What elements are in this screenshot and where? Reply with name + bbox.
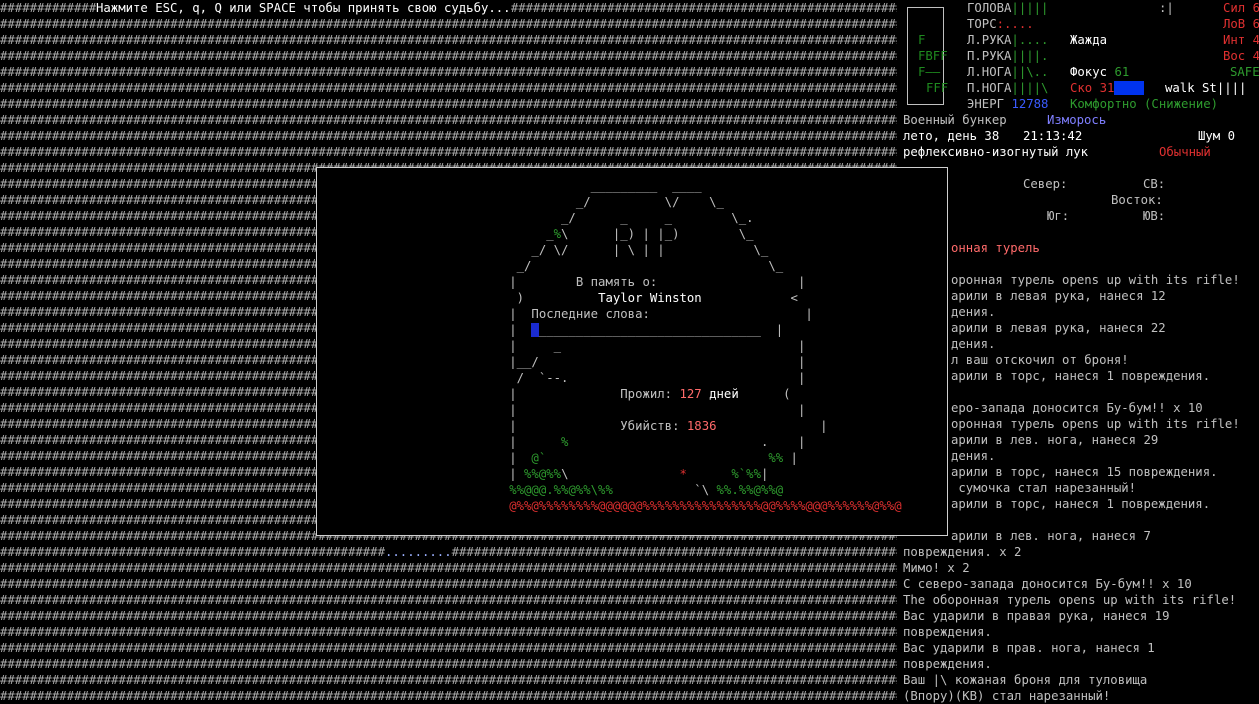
map-row: ########################################… — [0, 545, 897, 559]
focus-status: Фокус 61 — [1070, 65, 1130, 79]
map-row: ########################################… — [0, 689, 897, 703]
map-row: ########################################… — [0, 49, 897, 63]
log-line: дения. — [951, 449, 996, 463]
energy-row: ЭНЕРГ 12788 — [967, 97, 1049, 111]
log-line: арили в лев. нога, нанеся 7 — [951, 529, 1151, 543]
stat-dex: ЛоВ 6 — [1223, 17, 1259, 31]
weather: Изморось — [1047, 113, 1107, 127]
map-row: ########################################… — [0, 609, 897, 623]
map-row: ########################################… — [0, 113, 897, 127]
minimap-row-2: FBFF — [918, 49, 948, 63]
death-prompt: Нажмите ESC, q, Q или SPACE чтобы принят… — [96, 0, 511, 16]
mood-indicator: :| — [1159, 1, 1174, 15]
map-row: ########################################… — [0, 641, 897, 655]
minimap-row-4: FFF — [926, 81, 949, 95]
log-line: оронная турель opens up with its rifle! — [951, 273, 1240, 287]
log-line: арили в торс, нанеся 15 повреждения. — [951, 465, 1218, 479]
map-row: ########################################… — [0, 673, 897, 687]
safe-mode: SAFE — [1230, 65, 1259, 79]
map-row: ########################################… — [0, 625, 897, 639]
log-line: арили в левая рука, нанеся 22 — [951, 321, 1166, 335]
log-line: еро-запада доносится Бу-бум!! x 10 — [951, 401, 1203, 415]
speed-status: Ско 31 — [1070, 80, 1145, 96]
map-row: ########################################… — [0, 129, 897, 143]
map-floor-dots: ......... — [384, 545, 452, 559]
log-line: дения. — [951, 305, 996, 319]
log-line: арили в левая рука, нанеся 12 — [951, 289, 1166, 303]
log-line: The оборонная турель opens up with its r… — [903, 593, 1237, 607]
rip-dialog[interactable]: _________ ____ _/ \/ \_ _/ _ _ \_. _%\ |… — [316, 167, 948, 536]
map-row: ########################################… — [0, 97, 897, 111]
body-part-0: ГОЛОВА||||| — [967, 1, 1049, 15]
map-row: ########################################… — [0, 593, 897, 607]
rip-name: Taylor Winston — [598, 291, 702, 305]
log-line: л ваш отскочил от броня! — [951, 353, 1129, 367]
log-line: повреждения. — [903, 657, 992, 671]
location-name: Военный бункер — [903, 113, 1007, 127]
thirst-status: Жажда — [1070, 33, 1108, 47]
log-line: повреждения. x 2 — [903, 545, 1022, 559]
minimap-row-1: F — [918, 33, 926, 47]
map-row: ########################################… — [0, 17, 897, 31]
log-line: Мимо! x 2 — [903, 561, 970, 575]
compass-se: ЮВ: — [1143, 209, 1166, 223]
map-row: ########################################… — [0, 657, 897, 671]
log-line: Ваш |\ кожаная броня для туловища — [903, 673, 1148, 687]
map-row: ########################################… — [0, 145, 897, 159]
body-part-5: П.НОГА||||\ — [967, 81, 1049, 95]
stat-str: Сил 6 — [1223, 1, 1259, 15]
map-row: ########################################… — [0, 33, 897, 47]
log-line: оронная турель opens up with its rifle! — [951, 417, 1240, 431]
clock: 21:13:42 — [1023, 129, 1083, 143]
move-mode: walk St|||| — [1165, 81, 1247, 95]
noise: Шум 0 — [1198, 129, 1236, 143]
log-line: Вас ударили в правая рука, нанеся 19 — [903, 609, 1170, 623]
stat-per: Вос 4 — [1223, 49, 1259, 63]
body-part-1: ТОРС:.... — [967, 17, 1034, 31]
map-row: ########################################… — [0, 561, 897, 575]
log-line: Вас ударили в прав. нога, нанеся 1 — [903, 641, 1155, 655]
stat-int: Инт 4 — [1223, 33, 1259, 47]
log-line: арили в лев. нога, нанеся 29 — [951, 433, 1159, 447]
log-line: арили в торс, нанеся 1 повреждения. — [951, 497, 1211, 511]
minimap-row-3: F—— — [918, 65, 941, 79]
fire-mode: Обычный — [1159, 145, 1211, 159]
comfort-status: Комфортно (Снижение) — [1070, 97, 1219, 111]
compass-east: Восток: — [1111, 193, 1163, 207]
tombstone-art: _________ ____ _/ \/ \_ _/ _ _ \_. _%\ |… — [487, 179, 902, 513]
compass-south: Юг: — [1047, 209, 1070, 223]
map-row: ########################################… — [0, 81, 897, 95]
log-line: (Впору)(КВ) стал нарезанный! — [903, 689, 1111, 703]
compass-north: Север: — [1023, 177, 1068, 191]
log-line: арили в торс, нанеся 1 повреждения. — [951, 369, 1211, 383]
body-part-3: П.РУКА||||. — [967, 49, 1049, 63]
body-part-2: Л.РУКА|.... — [967, 33, 1049, 47]
map-row: ########################################… — [0, 577, 897, 591]
log-line: дения. — [951, 337, 996, 351]
log-line: сумочка стал нарезанный! — [951, 481, 1137, 495]
weapon-name: рефлексивно-изогнутый лук — [903, 145, 1089, 159]
compass-ne: СВ: — [1143, 177, 1166, 191]
log-line: С северо-запада доносится Бу-бум!! x 10 — [903, 577, 1192, 591]
map-row: ########################################… — [0, 65, 897, 79]
enemy-label: онная турель — [951, 241, 1040, 255]
body-part-4: Л.НОГА||\.. — [967, 65, 1049, 79]
log-line: повреждения. — [903, 625, 992, 639]
date: лето, день 38 — [903, 129, 1000, 143]
